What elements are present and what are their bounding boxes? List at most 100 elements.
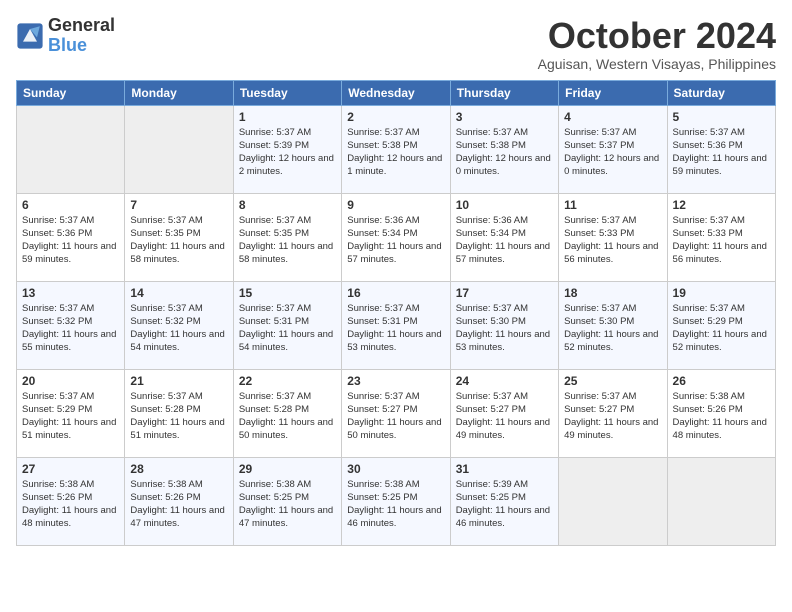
- day-detail: Sunrise: 5:37 AMSunset: 5:27 PMDaylight:…: [347, 390, 444, 443]
- day-detail: Sunrise: 5:37 AMSunset: 5:36 PMDaylight:…: [673, 126, 770, 179]
- day-number: 14: [130, 286, 227, 300]
- page-header: General Blue October 2024 Aguisan, Weste…: [16, 16, 776, 72]
- day-detail: Sunrise: 5:37 AMSunset: 5:28 PMDaylight:…: [130, 390, 227, 443]
- day-number: 11: [564, 198, 661, 212]
- logo-line1: General: [48, 16, 115, 36]
- day-detail: Sunrise: 5:39 AMSunset: 5:25 PMDaylight:…: [456, 478, 553, 531]
- calendar-cell: 31 Sunrise: 5:39 AMSunset: 5:25 PMDayligh…: [450, 457, 558, 545]
- day-detail: Sunrise: 5:37 AMSunset: 5:32 PMDaylight:…: [22, 302, 119, 355]
- day-number: 26: [673, 374, 770, 388]
- calendar-cell: 23 Sunrise: 5:37 AMSunset: 5:27 PMDayligh…: [342, 369, 450, 457]
- day-number: 23: [347, 374, 444, 388]
- day-number: 27: [22, 462, 119, 476]
- day-detail: Sunrise: 5:36 AMSunset: 5:34 PMDaylight:…: [456, 214, 553, 267]
- calendar-cell: 18 Sunrise: 5:37 AMSunset: 5:30 PMDayligh…: [559, 281, 667, 369]
- calendar-cell: 7Sunrise: 5:37 AMSunset: 5:35 PMDaylight…: [125, 193, 233, 281]
- day-number: 28: [130, 462, 227, 476]
- day-number: 12: [673, 198, 770, 212]
- logo: General Blue: [16, 16, 115, 56]
- day-detail: Sunrise: 5:37 AMSunset: 5:30 PMDaylight:…: [564, 302, 661, 355]
- calendar-cell: 24 Sunrise: 5:37 AMSunset: 5:27 PMDayligh…: [450, 369, 558, 457]
- week-row-1: 6 Sunrise: 5:37 AMSunset: 5:36 PMDaylight…: [17, 193, 776, 281]
- calendar-cell: 5Sunrise: 5:37 AMSunset: 5:36 PMDaylight…: [667, 105, 775, 193]
- logo-text: General Blue: [48, 16, 115, 56]
- calendar-cell: 13 Sunrise: 5:37 AMSunset: 5:32 PMDayligh…: [17, 281, 125, 369]
- day-detail: Sunrise: 5:37 AMSunset: 5:38 PMDaylight:…: [347, 126, 444, 179]
- calendar-cell: 2 Sunrise: 5:37 AMSunset: 5:38 PMDaylight…: [342, 105, 450, 193]
- header-thursday: Thursday: [450, 80, 558, 105]
- title-block: October 2024 Aguisan, Western Visayas, P…: [538, 16, 776, 72]
- week-row-0: 1Sunrise: 5:37 AMSunset: 5:39 PMDaylight…: [17, 105, 776, 193]
- calendar-cell: 12 Sunrise: 5:37 AMSunset: 5:33 PMDayligh…: [667, 193, 775, 281]
- calendar-cell: [125, 105, 233, 193]
- logo-icon: [16, 22, 44, 50]
- day-detail: Sunrise: 5:37 AMSunset: 5:30 PMDaylight:…: [456, 302, 553, 355]
- day-detail: Sunrise: 5:37 AMSunset: 5:33 PMDaylight:…: [673, 214, 770, 267]
- day-number: 3: [456, 110, 553, 124]
- week-row-3: 20Sunrise: 5:37 AMSunset: 5:29 PMDayligh…: [17, 369, 776, 457]
- day-detail: Sunrise: 5:37 AMSunset: 5:31 PMDaylight:…: [239, 302, 336, 355]
- day-detail: Sunrise: 5:37 AMSunset: 5:38 PMDaylight:…: [456, 126, 553, 179]
- day-number: 19: [673, 286, 770, 300]
- day-detail: Sunrise: 5:37 AMSunset: 5:29 PMDaylight:…: [22, 390, 119, 443]
- day-number: 6: [22, 198, 119, 212]
- calendar-cell: 17 Sunrise: 5:37 AMSunset: 5:30 PMDayligh…: [450, 281, 558, 369]
- calendar-cell: 3 Sunrise: 5:37 AMSunset: 5:38 PMDaylight…: [450, 105, 558, 193]
- header-sunday: Sunday: [17, 80, 125, 105]
- day-number: 24: [456, 374, 553, 388]
- calendar-cell: 4Sunrise: 5:37 AMSunset: 5:37 PMDaylight…: [559, 105, 667, 193]
- calendar-cell: 11 Sunrise: 5:37 AMSunset: 5:33 PMDayligh…: [559, 193, 667, 281]
- calendar-cell: 25 Sunrise: 5:37 AMSunset: 5:27 PMDayligh…: [559, 369, 667, 457]
- calendar-cell: 6 Sunrise: 5:37 AMSunset: 5:36 PMDaylight…: [17, 193, 125, 281]
- day-detail: Sunrise: 5:37 AMSunset: 5:29 PMDaylight:…: [673, 302, 770, 355]
- calendar-cell: 20Sunrise: 5:37 AMSunset: 5:29 PMDayligh…: [17, 369, 125, 457]
- calendar-cell: [559, 457, 667, 545]
- day-number: 21: [130, 374, 227, 388]
- day-number: 18: [564, 286, 661, 300]
- day-number: 10: [456, 198, 553, 212]
- calendar-cell: [667, 457, 775, 545]
- day-detail: Sunrise: 5:37 AMSunset: 5:27 PMDaylight:…: [456, 390, 553, 443]
- header-wednesday: Wednesday: [342, 80, 450, 105]
- day-detail: Sunrise: 5:37 AMSunset: 5:35 PMDaylight:…: [130, 214, 227, 267]
- day-detail: Sunrise: 5:37 AMSunset: 5:28 PMDaylight:…: [239, 390, 336, 443]
- day-detail: Sunrise: 5:37 AMSunset: 5:32 PMDaylight:…: [130, 302, 227, 355]
- day-number: 30: [347, 462, 444, 476]
- day-number: 25: [564, 374, 661, 388]
- calendar-cell: 22Sunrise: 5:37 AMSunset: 5:28 PMDayligh…: [233, 369, 341, 457]
- header-friday: Friday: [559, 80, 667, 105]
- calendar-cell: 26Sunrise: 5:38 AMSunset: 5:26 PMDayligh…: [667, 369, 775, 457]
- day-detail: Sunrise: 5:38 AMSunset: 5:25 PMDaylight:…: [239, 478, 336, 531]
- day-detail: Sunrise: 5:37 AMSunset: 5:33 PMDaylight:…: [564, 214, 661, 267]
- header-row: Sunday Monday Tuesday Wednesday Thursday…: [17, 80, 776, 105]
- day-number: 1: [239, 110, 336, 124]
- day-number: 2: [347, 110, 444, 124]
- day-number: 13: [22, 286, 119, 300]
- header-tuesday: Tuesday: [233, 80, 341, 105]
- day-number: 31: [456, 462, 553, 476]
- calendar-header: Sunday Monday Tuesday Wednesday Thursday…: [17, 80, 776, 105]
- calendar-cell: 15Sunrise: 5:37 AMSunset: 5:31 PMDayligh…: [233, 281, 341, 369]
- day-detail: Sunrise: 5:37 AMSunset: 5:36 PMDaylight:…: [22, 214, 119, 267]
- calendar-cell: [17, 105, 125, 193]
- day-detail: Sunrise: 5:37 AMSunset: 5:27 PMDaylight:…: [564, 390, 661, 443]
- week-row-2: 13 Sunrise: 5:37 AMSunset: 5:32 PMDayligh…: [17, 281, 776, 369]
- day-number: 8: [239, 198, 336, 212]
- day-detail: Sunrise: 5:37 AMSunset: 5:35 PMDaylight:…: [239, 214, 336, 267]
- day-detail: Sunrise: 5:37 AMSunset: 5:31 PMDaylight:…: [347, 302, 444, 355]
- day-number: 17: [456, 286, 553, 300]
- day-detail: Sunrise: 5:38 AMSunset: 5:26 PMDaylight:…: [22, 478, 119, 531]
- calendar-cell: 28Sunrise: 5:38 AMSunset: 5:26 PMDayligh…: [125, 457, 233, 545]
- calendar-cell: 30 Sunrise: 5:38 AMSunset: 5:25 PMDayligh…: [342, 457, 450, 545]
- calendar-cell: 8 Sunrise: 5:37 AMSunset: 5:35 PMDaylight…: [233, 193, 341, 281]
- calendar-cell: 21 Sunrise: 5:37 AMSunset: 5:28 PMDayligh…: [125, 369, 233, 457]
- day-number: 16: [347, 286, 444, 300]
- calendar-cell: 16 Sunrise: 5:37 AMSunset: 5:31 PMDayligh…: [342, 281, 450, 369]
- calendar-cell: 19 Sunrise: 5:37 AMSunset: 5:29 PMDayligh…: [667, 281, 775, 369]
- header-monday: Monday: [125, 80, 233, 105]
- location: Aguisan, Western Visayas, Philippines: [538, 56, 776, 72]
- day-number: 4: [564, 110, 661, 124]
- calendar-cell: 9Sunrise: 5:36 AMSunset: 5:34 PMDaylight…: [342, 193, 450, 281]
- calendar-cell: 29Sunrise: 5:38 AMSunset: 5:25 PMDayligh…: [233, 457, 341, 545]
- day-detail: Sunrise: 5:38 AMSunset: 5:25 PMDaylight:…: [347, 478, 444, 531]
